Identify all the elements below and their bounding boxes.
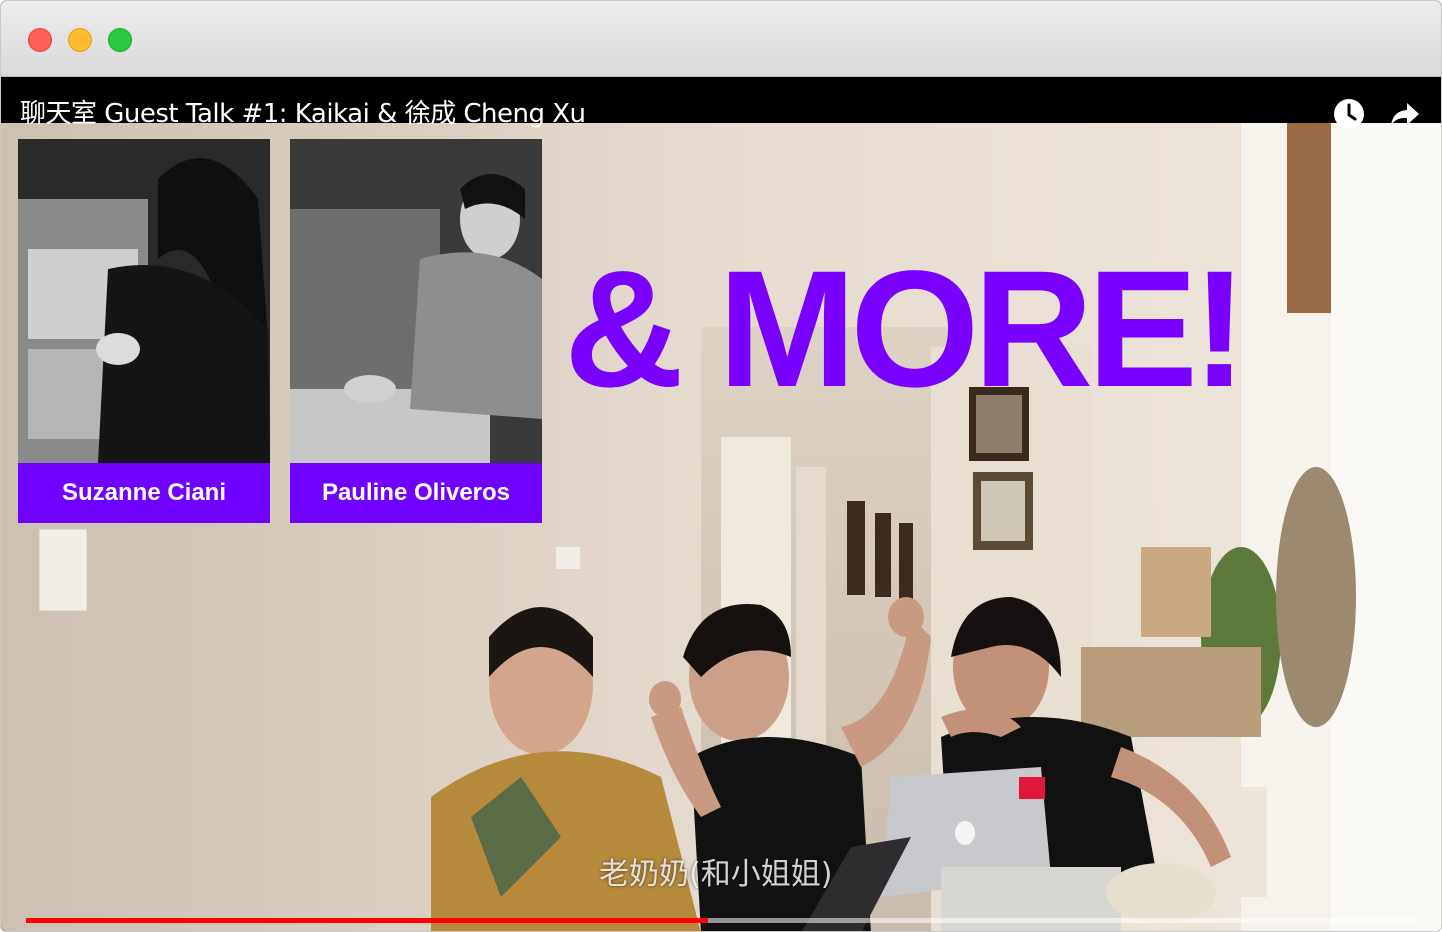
portrait-photo	[18, 139, 270, 463]
share-arrow-icon[interactable]	[1387, 97, 1421, 131]
window-titlebar	[1, 1, 1441, 77]
card-name-label: Pauline Oliveros	[290, 463, 542, 523]
browser-window: 聊天室 Guest Talk #1: Kaikai & 徐成 Cheng Xu	[0, 0, 1442, 932]
minimize-window-button[interactable]	[68, 28, 92, 52]
overlay-headline: & MORE!	[564, 237, 1247, 422]
portrait-card-pauline-oliveros: Pauline Oliveros	[290, 139, 542, 523]
progress-fill	[26, 918, 709, 923]
zoom-window-button[interactable]	[108, 28, 132, 52]
progress-bar[interactable]	[26, 918, 1418, 923]
video-player[interactable]: 聊天室 Guest Talk #1: Kaikai & 徐成 Cheng Xu	[1, 77, 1441, 931]
clock-icon[interactable]	[1332, 97, 1366, 131]
close-window-button[interactable]	[28, 28, 52, 52]
video-title[interactable]: 聊天室 Guest Talk #1: Kaikai & 徐成 Cheng Xu	[20, 99, 586, 129]
portrait-photo	[290, 139, 542, 463]
card-name-label: Suzanne Ciani	[18, 463, 270, 523]
subtitle-caption: 老奶奶(和小姐姐)	[599, 857, 833, 892]
portrait-card-suzanne-ciani: Suzanne Ciani	[18, 139, 270, 523]
